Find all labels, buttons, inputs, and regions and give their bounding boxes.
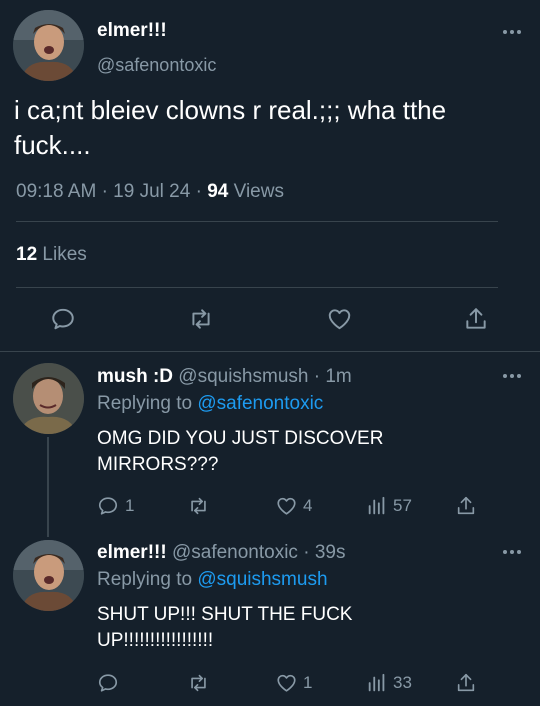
retweet-icon[interactable]: [187, 306, 215, 332]
thread-line: [47, 437, 49, 537]
share-icon[interactable]: [455, 671, 477, 695]
more-horizontal-icon[interactable]: [502, 373, 522, 379]
tweet-date: 19 Jul 24: [113, 181, 191, 202]
reply-icon[interactable]: [97, 495, 119, 517]
reply-header: elmer!!! @safenontoxic · 39s: [97, 542, 345, 564]
tweet-time: 09:18 AM: [16, 181, 97, 202]
likes-stat[interactable]: 12 Likes: [16, 244, 87, 266]
reply-text-line-2: UP!!!!!!!!!!!!!!!!!: [97, 630, 214, 651]
view-count: 33: [393, 673, 412, 692]
more-horizontal-icon[interactable]: [502, 549, 522, 555]
retweet-icon[interactable]: [187, 495, 210, 517]
replying-to: Replying to @squishsmush: [97, 569, 328, 591]
display-name[interactable]: elmer!!!: [97, 542, 167, 563]
separator: ·: [195, 181, 202, 202]
divider: [16, 287, 498, 288]
tweet-text-line-2: fuck....: [14, 130, 91, 160]
likes-label: Likes: [42, 244, 87, 265]
like-count: 4: [303, 496, 313, 515]
tweet-time: · 39s: [303, 542, 346, 563]
handle[interactable]: @squishsmush: [178, 366, 308, 387]
reply-text-line-1: SHUT UP!!! SHUT THE FUCK: [97, 604, 353, 625]
likes-count: 12: [16, 244, 38, 265]
display-name[interactable]: mush :D: [97, 366, 173, 387]
retweet-icon[interactable]: [187, 672, 210, 694]
reply-text-line-2: MIRRORS???: [97, 454, 219, 475]
replying-handle-link[interactable]: @safenontoxic: [197, 393, 323, 414]
views-count: 94: [207, 181, 229, 202]
reply-text-line-1: OMG DID YOU JUST DISCOVER: [97, 428, 384, 449]
reply-icon[interactable]: [50, 306, 76, 332]
tweet-time: · 1m: [313, 366, 352, 387]
share-icon[interactable]: [463, 305, 489, 333]
like-count: 1: [303, 673, 313, 692]
replying-to: Replying to @safenontoxic: [97, 393, 323, 415]
reply-count: 1: [125, 496, 135, 515]
replying-prefix: Replying to: [97, 393, 193, 414]
replying-prefix: Replying to: [97, 569, 193, 590]
reply-header: mush :D @squishsmush · 1m: [97, 366, 352, 388]
reply-icon[interactable]: [97, 672, 119, 694]
replying-handle-link[interactable]: @squishsmush: [197, 569, 327, 590]
handle[interactable]: @safenontoxic: [97, 55, 216, 76]
handle[interactable]: @safenontoxic: [172, 542, 298, 563]
separator: ·: [101, 181, 108, 202]
divider: [0, 351, 540, 352]
heart-icon[interactable]: [326, 306, 353, 332]
display-name[interactable]: elmer!!!: [97, 20, 167, 42]
avatar-mush[interactable]: [13, 363, 84, 434]
share-icon[interactable]: [455, 494, 477, 518]
avatar-elmer[interactable]: [13, 10, 84, 81]
avatar-elmer[interactable]: [13, 540, 84, 611]
analytics-icon[interactable]: [366, 495, 388, 517]
view-count: 57: [393, 496, 412, 515]
tweet-text-line-1: i ca;nt bleiev clowns r real.;;; wha tth…: [14, 95, 447, 125]
heart-icon[interactable]: [275, 672, 298, 694]
divider: [16, 221, 498, 222]
views-label: Views: [233, 181, 284, 202]
more-horizontal-icon[interactable]: [502, 29, 522, 35]
tweet-meta: 09:18 AM · 19 Jul 24 · 94 Views: [16, 181, 284, 203]
analytics-icon[interactable]: [366, 672, 388, 694]
heart-icon[interactable]: [275, 495, 298, 517]
